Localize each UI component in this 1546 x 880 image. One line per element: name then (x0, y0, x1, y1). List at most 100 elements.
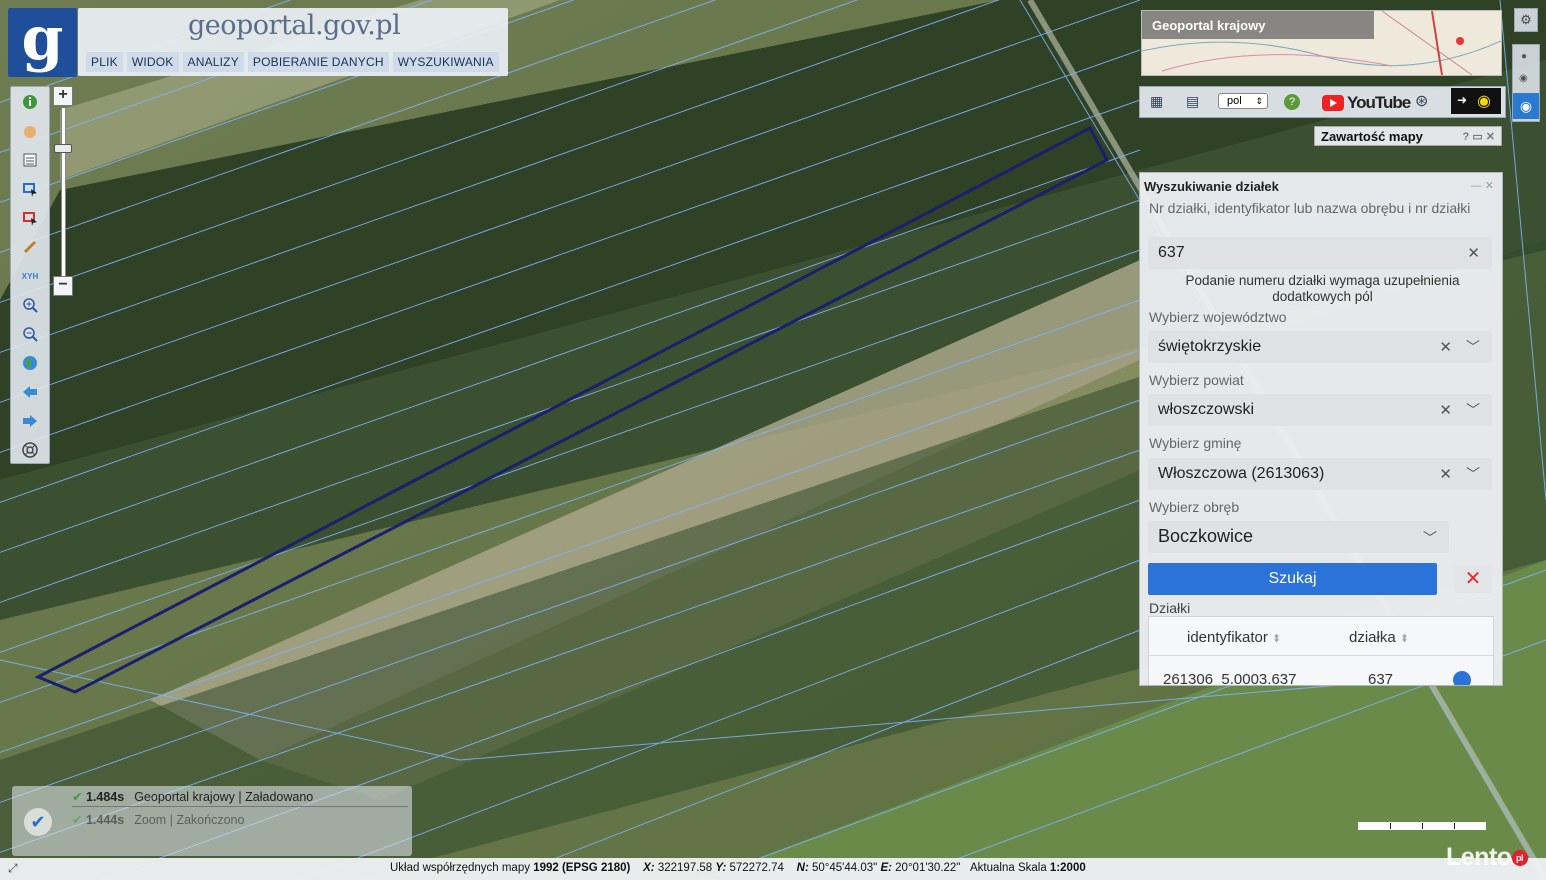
column-parcel-label: działka (1349, 629, 1396, 646)
zoom-in-icon[interactable] (20, 295, 40, 315)
scale-value: 1:2000 (1049, 862, 1086, 874)
chevron-down-icon[interactable]: ﹀ (1466, 337, 1480, 357)
map-contents-controls[interactable]: ? ▭ ✕ (1463, 130, 1495, 143)
overview-map[interactable]: Geoportal krajowy (1141, 10, 1502, 76)
arrow-right-icon: ➜ (1457, 93, 1468, 107)
zoom-slider[interactable]: + − (53, 86, 73, 296)
back-arrow-icon[interactable] (20, 382, 40, 402)
clear-county-icon[interactable]: ✕ (1439, 401, 1452, 419)
menu-item-analizy[interactable]: ANALIZY (182, 52, 244, 72)
voivodeship-value: świętokrzyskie (1158, 338, 1262, 355)
voivodeship-label: Wybierz województwo (1149, 309, 1287, 325)
select-area-icon[interactable] (20, 179, 40, 199)
column-identifier-label: identyfikator (1187, 629, 1268, 646)
panel-window-controls[interactable]: — ✕ (1471, 179, 1494, 192)
xyz-coordinates-icon[interactable]: XYH (20, 266, 40, 286)
view-eye-icon[interactable]: ◉ (1513, 93, 1539, 119)
clear-voivodeship-icon[interactable]: ✕ (1439, 338, 1452, 356)
commune-label: Wybierz gminę (1149, 435, 1242, 451)
load-status: Załadowano (245, 790, 314, 804)
load-time: 1.444s (85, 813, 125, 827)
load-time: 1.484s (85, 790, 125, 804)
precinct-label: Wybierz obręb (1149, 499, 1240, 515)
zoom-to-parcel-icon[interactable] (1453, 671, 1471, 685)
app-title: geoportal.gov.pl (188, 10, 401, 41)
clear-query-icon[interactable]: ✕ (1467, 244, 1480, 262)
forward-arrow-icon[interactable] (20, 411, 40, 431)
voivodeship-select[interactable]: świętokrzyskie ✕ ﹀ (1148, 331, 1492, 363)
main-menu: PLIK WIDOK ANALIZY POBIERANIE DANYCH WYS… (86, 52, 499, 72)
column-header-parcel[interactable]: działka ⬍ (1349, 629, 1409, 646)
x-label: X: (643, 862, 655, 874)
search-button[interactable]: Szukaj (1148, 563, 1437, 595)
watermark-badge: pl (1511, 850, 1528, 867)
e-value: 20°01'30.22" (895, 862, 961, 874)
menu-item-widok[interactable]: WIDOK (126, 52, 179, 72)
result-identifier[interactable]: 261306_5.0003.637 (1163, 671, 1296, 685)
settings-gear-icon[interactable]: ⚙ (1514, 8, 1538, 32)
zoom-handle[interactable] (54, 144, 72, 153)
lento-watermark: Lento pl (1446, 843, 1528, 872)
checkmark-icon: ✔ (24, 808, 52, 836)
precinct-value: Boczkowice (1158, 526, 1254, 546)
scale-bar (1358, 822, 1486, 830)
result-parcel[interactable]: 637 (1368, 671, 1393, 685)
map-toolbar: XYH (10, 86, 50, 464)
commune-select[interactable]: Włoszczowa (2613063) ✕ ﹀ (1148, 458, 1492, 490)
youtube-link[interactable]: YouTube (1322, 93, 1411, 113)
legend-icon[interactable] (20, 150, 40, 170)
chevron-down-icon[interactable]: ﹀ (1466, 464, 1480, 484)
expand-icon[interactable]: ⤢ (8, 861, 18, 876)
draw-pencil-icon[interactable] (20, 237, 40, 257)
loading-status-panel: ✔ ✔ 1.484s Geoportal krajowy | Załadowano… (12, 786, 412, 856)
sort-icon[interactable]: ⬍ (1272, 633, 1281, 645)
results-label: Działki (1149, 600, 1191, 616)
clear-commune-icon[interactable]: ✕ (1439, 465, 1452, 483)
help-wheel-icon[interactable] (20, 440, 40, 460)
app-header: geoportal.gov.pl PLIK WIDOK ANALIZY POBI… (78, 8, 508, 76)
county-select[interactable]: włoszczowski ✕ ﹀ (1148, 394, 1492, 426)
y-label: Y: (715, 862, 727, 874)
overview-map-label: Geoportal krajowy (1142, 11, 1374, 39)
parcel-query-input[interactable]: 637 ✕ (1148, 237, 1492, 269)
parcel-search-panel: Wyszukiwanie działek — ✕ Nr działki, ide… (1139, 172, 1503, 686)
pin-icon[interactable]: ● (1521, 51, 1527, 62)
done-check-icon: ✔ (72, 790, 86, 804)
clear-selection-icon[interactable] (20, 208, 40, 228)
youtube-label: YouTube (1347, 93, 1411, 112)
column-header-identifier[interactable]: identyfikator ⬍ (1187, 629, 1281, 646)
zoom-in-button[interactable]: + (53, 86, 73, 106)
loading-divider (72, 806, 408, 807)
gis-icon[interactable]: ▤ (1186, 93, 1199, 110)
y-value: 572272.74 (729, 862, 784, 874)
menu-item-plik[interactable]: PLIK (86, 52, 123, 72)
geoportal-logo[interactable]: g (8, 8, 77, 77)
chevron-down-icon[interactable]: ﹀ (1423, 528, 1437, 548)
help-icon[interactable]: ? (1284, 94, 1300, 110)
zoom-track[interactable] (61, 108, 66, 276)
print-icon[interactable]: ▦ (1150, 93, 1163, 110)
menu-item-wyszukiwania[interactable]: WYSZUKIWANIA (392, 52, 499, 72)
n-value: 50°45'44.03" (812, 862, 878, 874)
menu-item-pobieranie-danych[interactable]: POBIERANIE DANYCH (247, 52, 389, 72)
zoom-out-icon[interactable] (20, 324, 40, 344)
wheel-icon[interactable]: ⊛ (1415, 91, 1428, 111)
map-contents-label: Zawartość mapy (1321, 129, 1423, 144)
load-status: Zakończono (176, 813, 245, 827)
info-icon[interactable] (20, 92, 40, 112)
accessibility-toggle[interactable]: ➜ ◉ (1451, 88, 1501, 114)
layer-eye-icon[interactable]: ◉ (1519, 73, 1528, 84)
precinct-select[interactable]: Boczkowice ﹀ (1148, 521, 1449, 553)
sort-icon[interactable]: ⬍ (1400, 633, 1409, 645)
pan-hand-icon[interactable] (20, 121, 40, 141)
load-source: Zoom (134, 813, 167, 827)
cancel-button[interactable]: ✕ (1454, 565, 1492, 593)
zoom-out-button[interactable]: − (53, 276, 73, 296)
load-source: Geoportal krajowy (134, 790, 235, 804)
map-contents-panel[interactable]: Zawartość mapy ? ▭ ✕ (1314, 126, 1502, 146)
language-select[interactable]: pol ⇕ (1218, 93, 1268, 109)
query-label: Nr działki, identyfikator lub nazwa obrę… (1149, 200, 1471, 216)
status-bar: ⤢ Układ współrzędnych mapy 1992 (EPSG 21… (0, 858, 1546, 880)
globe-icon[interactable] (20, 353, 40, 373)
chevron-down-icon[interactable]: ﹀ (1466, 400, 1480, 420)
